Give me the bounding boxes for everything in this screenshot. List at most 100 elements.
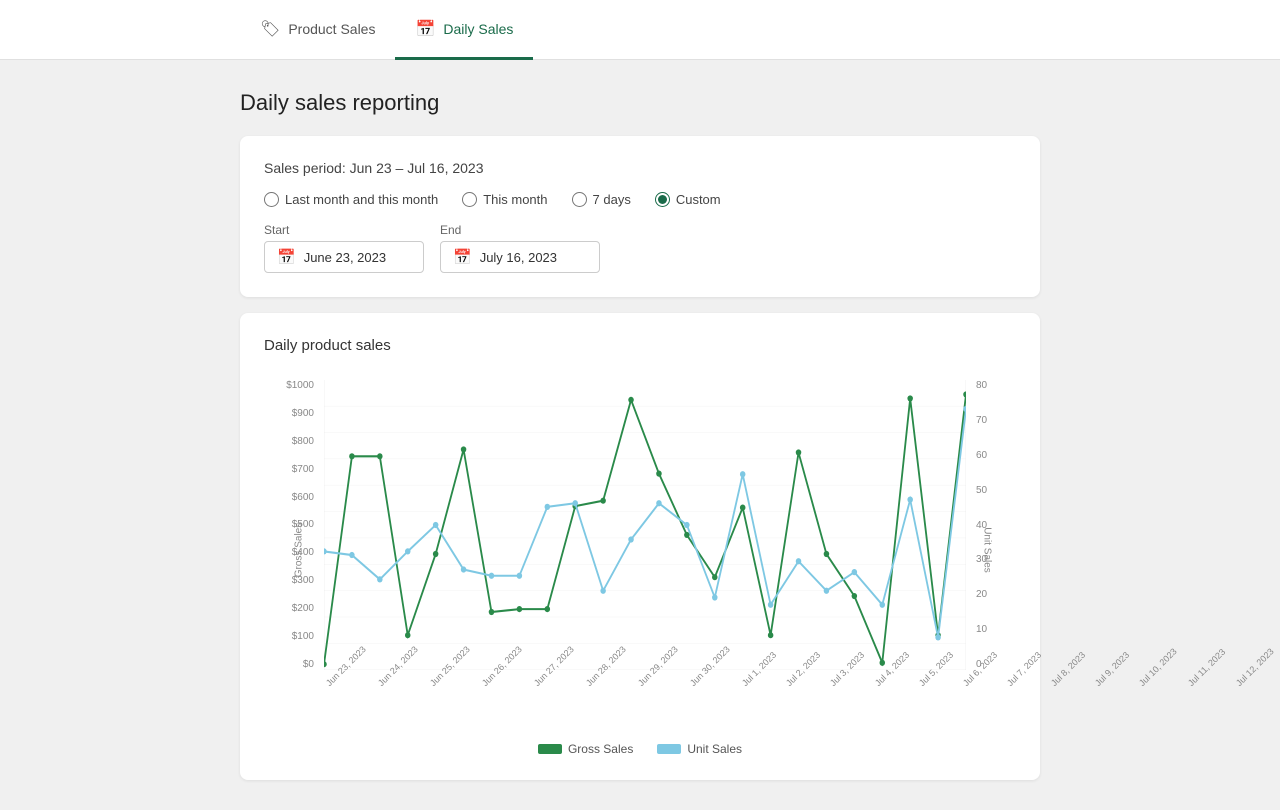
radio-7-days[interactable]: 7 days	[572, 192, 631, 207]
gross-dot-20	[880, 660, 886, 666]
unit-dot-14	[712, 594, 718, 600]
gross-dot-16	[768, 632, 774, 638]
unit-dot-8	[545, 504, 551, 510]
unit-dot-19	[852, 569, 858, 575]
y-left-0: $0	[303, 659, 314, 670]
gross-dot-2	[377, 453, 383, 459]
y-left-1000: $1000	[286, 380, 314, 391]
unit-dot-12	[656, 500, 662, 506]
gross-dot-6	[489, 609, 495, 615]
unit-dot-22	[935, 634, 941, 640]
unit-dot-4	[433, 522, 439, 528]
y-left-900: $900	[292, 408, 314, 419]
x-label-18: Jul 11, 2023	[1186, 647, 1227, 688]
tab-daily-sales[interactable]: 📅 Daily Sales	[395, 0, 533, 60]
legend-gross-sales-color	[538, 744, 562, 754]
legend-unit-sales: Unit Sales	[657, 742, 742, 756]
radio-7-days-input[interactable]	[572, 192, 587, 207]
y-left-600: $600	[292, 492, 314, 503]
end-label: End	[440, 223, 600, 237]
sales-period: Sales period: Jun 23 – Jul 16, 2023	[264, 160, 1016, 176]
legend-unit-sales-label: Unit Sales	[687, 742, 742, 756]
y-axis-title-right: Unit Sales	[982, 527, 993, 573]
start-calendar-icon: 📅	[277, 248, 296, 266]
y-left-100: $100	[292, 631, 314, 642]
tab-product-sales-label: Product Sales	[288, 21, 375, 37]
radio-this-month-input[interactable]	[462, 192, 477, 207]
radio-7-days-label: 7 days	[593, 192, 631, 207]
radio-last-month-input[interactable]	[264, 192, 279, 207]
gross-dot-3	[405, 632, 411, 638]
gross-dot-12	[656, 471, 662, 477]
x-labels: Jun 23, 2023 Jun 24, 2023 Jun 25, 2023 J…	[324, 675, 966, 730]
y-axis-right: 80 70 60 50 40 30 20 10 0	[971, 380, 1016, 670]
gross-dot-14	[712, 574, 718, 580]
unit-dot-17	[796, 558, 802, 564]
y-left-200: $200	[292, 603, 314, 614]
unit-dot-2	[377, 576, 383, 582]
legend-unit-sales-color	[657, 744, 681, 754]
sales-period-label: Sales period:	[264, 160, 346, 176]
gross-dot-1	[349, 453, 355, 459]
top-nav: 🏷 Product Sales 📅 Daily Sales	[0, 0, 1280, 60]
period-card: Sales period: Jun 23 – Jul 16, 2023 Last…	[240, 136, 1040, 297]
y-right-20: 20	[976, 589, 987, 600]
gross-dot-10	[600, 498, 606, 504]
start-date-value: June 23, 2023	[304, 250, 386, 265]
radio-custom[interactable]: Custom	[655, 192, 721, 207]
unit-dot-16	[768, 602, 774, 608]
gross-dot-11	[628, 397, 634, 403]
x-label-16: Jul 9, 2023	[1093, 650, 1131, 688]
unit-dot-6	[489, 573, 495, 579]
unit-dot-3	[405, 548, 411, 554]
y-right-50: 50	[976, 485, 987, 496]
radio-this-month-label: This month	[483, 192, 547, 207]
gross-dot-13	[684, 532, 690, 538]
radio-last-month-label: Last month and this month	[285, 192, 438, 207]
y-left-700: $700	[292, 464, 314, 475]
unit-dot-5	[461, 566, 467, 572]
gross-dot-21	[907, 395, 913, 401]
legend-gross-sales-label: Gross Sales	[568, 742, 633, 756]
gross-dot-8	[545, 606, 551, 612]
chart-title: Daily product sales	[264, 337, 1016, 354]
unit-dot-9	[572, 500, 578, 506]
start-date-group: Start 📅 June 23, 2023	[264, 223, 424, 273]
radio-last-month[interactable]: Last month and this month	[264, 192, 438, 207]
x-label-17: Jul 10, 2023	[1137, 646, 1179, 688]
end-date-input[interactable]: 📅 July 16, 2023	[440, 241, 600, 273]
tab-product-sales[interactable]: 🏷 Product Sales	[240, 0, 395, 60]
y-right-60: 60	[976, 450, 987, 461]
chart-card: Daily product sales $1000 $900 $800 $700…	[240, 313, 1040, 780]
chart-container: $1000 $900 $800 $700 $600 $500 $400 $300…	[264, 370, 1016, 730]
chart-svg	[324, 380, 966, 670]
unit-dot-15	[740, 471, 746, 477]
y-axis-left: $1000 $900 $800 $700 $600 $500 $400 $300…	[264, 380, 319, 670]
gross-dot-18	[824, 551, 830, 557]
radio-custom-label: Custom	[676, 192, 721, 207]
gross-dot-15	[740, 504, 746, 510]
sales-period-value: Jun 23 – Jul 16, 2023	[350, 160, 484, 176]
y-left-800: $800	[292, 436, 314, 447]
product-sales-icon: 🏷	[260, 19, 280, 39]
y-right-80: 80	[976, 380, 987, 391]
x-label-15: Jul 8, 2023	[1049, 650, 1087, 688]
x-label-19: Jul 12, 2023	[1234, 646, 1276, 688]
gross-dot-7	[517, 606, 523, 612]
start-label: Start	[264, 223, 424, 237]
gross-dot-17	[796, 449, 802, 455]
gross-dot-4	[433, 551, 439, 557]
unit-dot-11	[628, 536, 634, 542]
legend-gross-sales: Gross Sales	[538, 742, 633, 756]
daily-sales-icon: 📅	[415, 19, 435, 39]
end-date-value: July 16, 2023	[480, 250, 557, 265]
radio-custom-input[interactable]	[655, 192, 670, 207]
end-date-group: End 📅 July 16, 2023	[440, 223, 600, 273]
start-date-input[interactable]: 📅 June 23, 2023	[264, 241, 424, 273]
end-calendar-icon: 📅	[453, 248, 472, 266]
radio-this-month[interactable]: This month	[462, 192, 547, 207]
unit-dot-10	[600, 588, 606, 594]
unit-dot-1	[349, 552, 355, 558]
chart-svg-area	[324, 380, 966, 670]
unit-dot-20	[880, 602, 886, 608]
